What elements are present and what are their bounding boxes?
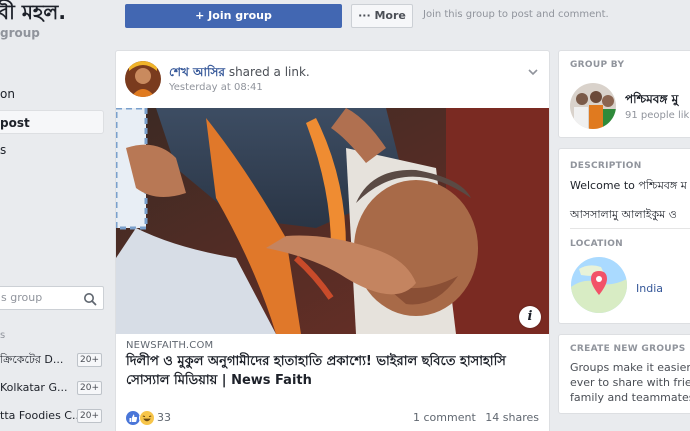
join-note: Join this group to post and comment. [423,9,609,20]
group-count-badge: 20+ [77,409,102,423]
search-icon[interactable] [83,291,97,310]
create-groups-text-2: ever to share with friend [570,376,690,389]
more-button[interactable]: ··· More [351,4,413,28]
search-placeholder: s group [1,291,43,304]
link-preview-image[interactable]: i [116,108,549,334]
reaction-count[interactable]: 33 [157,411,171,424]
reaction-icons[interactable] [125,409,157,427]
author-avatar[interactable] [125,61,161,97]
description-heading: DESCRIPTION [570,161,642,171]
group-count-badge: 20+ [77,381,102,395]
group-by-card: GROUP BY পশ্চিমবঙ্গ মু 91 people lik [558,50,690,138]
group-list-item[interactable]: ক্রিকেটের D... 20+ [0,351,104,369]
link-domain[interactable]: NEWSFAITH.COM [126,340,213,351]
group-name: Kolkatar G... [0,381,68,394]
sidebar-item-discussion[interactable]: on [0,82,104,106]
section-heading: s [0,330,6,341]
chevron-down-icon[interactable] [527,63,539,82]
share-count[interactable]: 14 shares [485,411,539,424]
create-groups-card: CREATE NEW GROUPS Groups make it easier … [558,334,690,414]
description-text-2: আসসালামু আলাইকুম ও [570,208,677,221]
post-card: শেখ আসির shared a link. Yesterday at 08:… [115,50,550,431]
post-header: শেখ আসির shared a link. [169,64,310,84]
create-groups-text-3: family and teammates. [570,391,690,404]
post-action-text: shared a link. [228,65,310,79]
haha-reaction-icon [139,410,155,426]
create-groups-heading: CREATE NEW GROUPS [570,344,686,354]
left-sidebar: বী মহল. group on post s s group s ক্রিকে… [0,0,112,431]
description-text: Welcome to পশ্চিমবঙ্গ ম [570,179,687,192]
group-list-item[interactable]: tta Foodies C... 20+ [0,407,104,425]
location-heading: LOCATION [570,239,624,249]
group-search-input[interactable]: s group [0,286,104,310]
sidebar-item-posts[interactable]: post [0,110,104,134]
sidebar-item-photos[interactable]: s [0,138,104,162]
group-by-heading: GROUP BY [570,60,625,70]
author-name[interactable]: শেখ আসির [169,65,225,79]
like-reaction-icon [125,410,141,426]
group-name: ক্রিকেটের D... [0,353,64,366]
about-card: DESCRIPTION Welcome to পশ্চিমবঙ্গ ম আসসা… [558,148,690,324]
group-action-bar: + Join group ··· More Join this group to… [125,2,690,30]
group-name: tta Foodies C... [0,409,78,422]
post-stats: 1 comment 14 shares [407,411,539,424]
location-name[interactable]: India [636,282,663,295]
group-list-item[interactable]: Kolkatar G... 20+ [0,379,104,397]
divider [570,228,690,229]
group-count-badge: 20+ [77,353,102,367]
group-subtitle: group [0,26,40,40]
location-map[interactable] [571,257,627,313]
join-group-button[interactable]: + Join group [125,4,342,28]
post-timestamp[interactable]: Yesterday at 08:41 [169,82,263,93]
info-icon[interactable]: i [519,306,541,328]
comment-count[interactable]: 1 comment [413,411,476,424]
link-headline[interactable]: দিলীপ ও মুকুল অনুগামীদের হাতাহাতি প্রকাশ… [126,352,544,390]
page-avatar[interactable] [570,83,616,129]
create-groups-text: Groups make it easier t [570,361,690,374]
group-by-name[interactable]: পশ্চিমবঙ্গ মু [625,91,678,111]
group-by-likes: 91 people lik [625,110,690,121]
